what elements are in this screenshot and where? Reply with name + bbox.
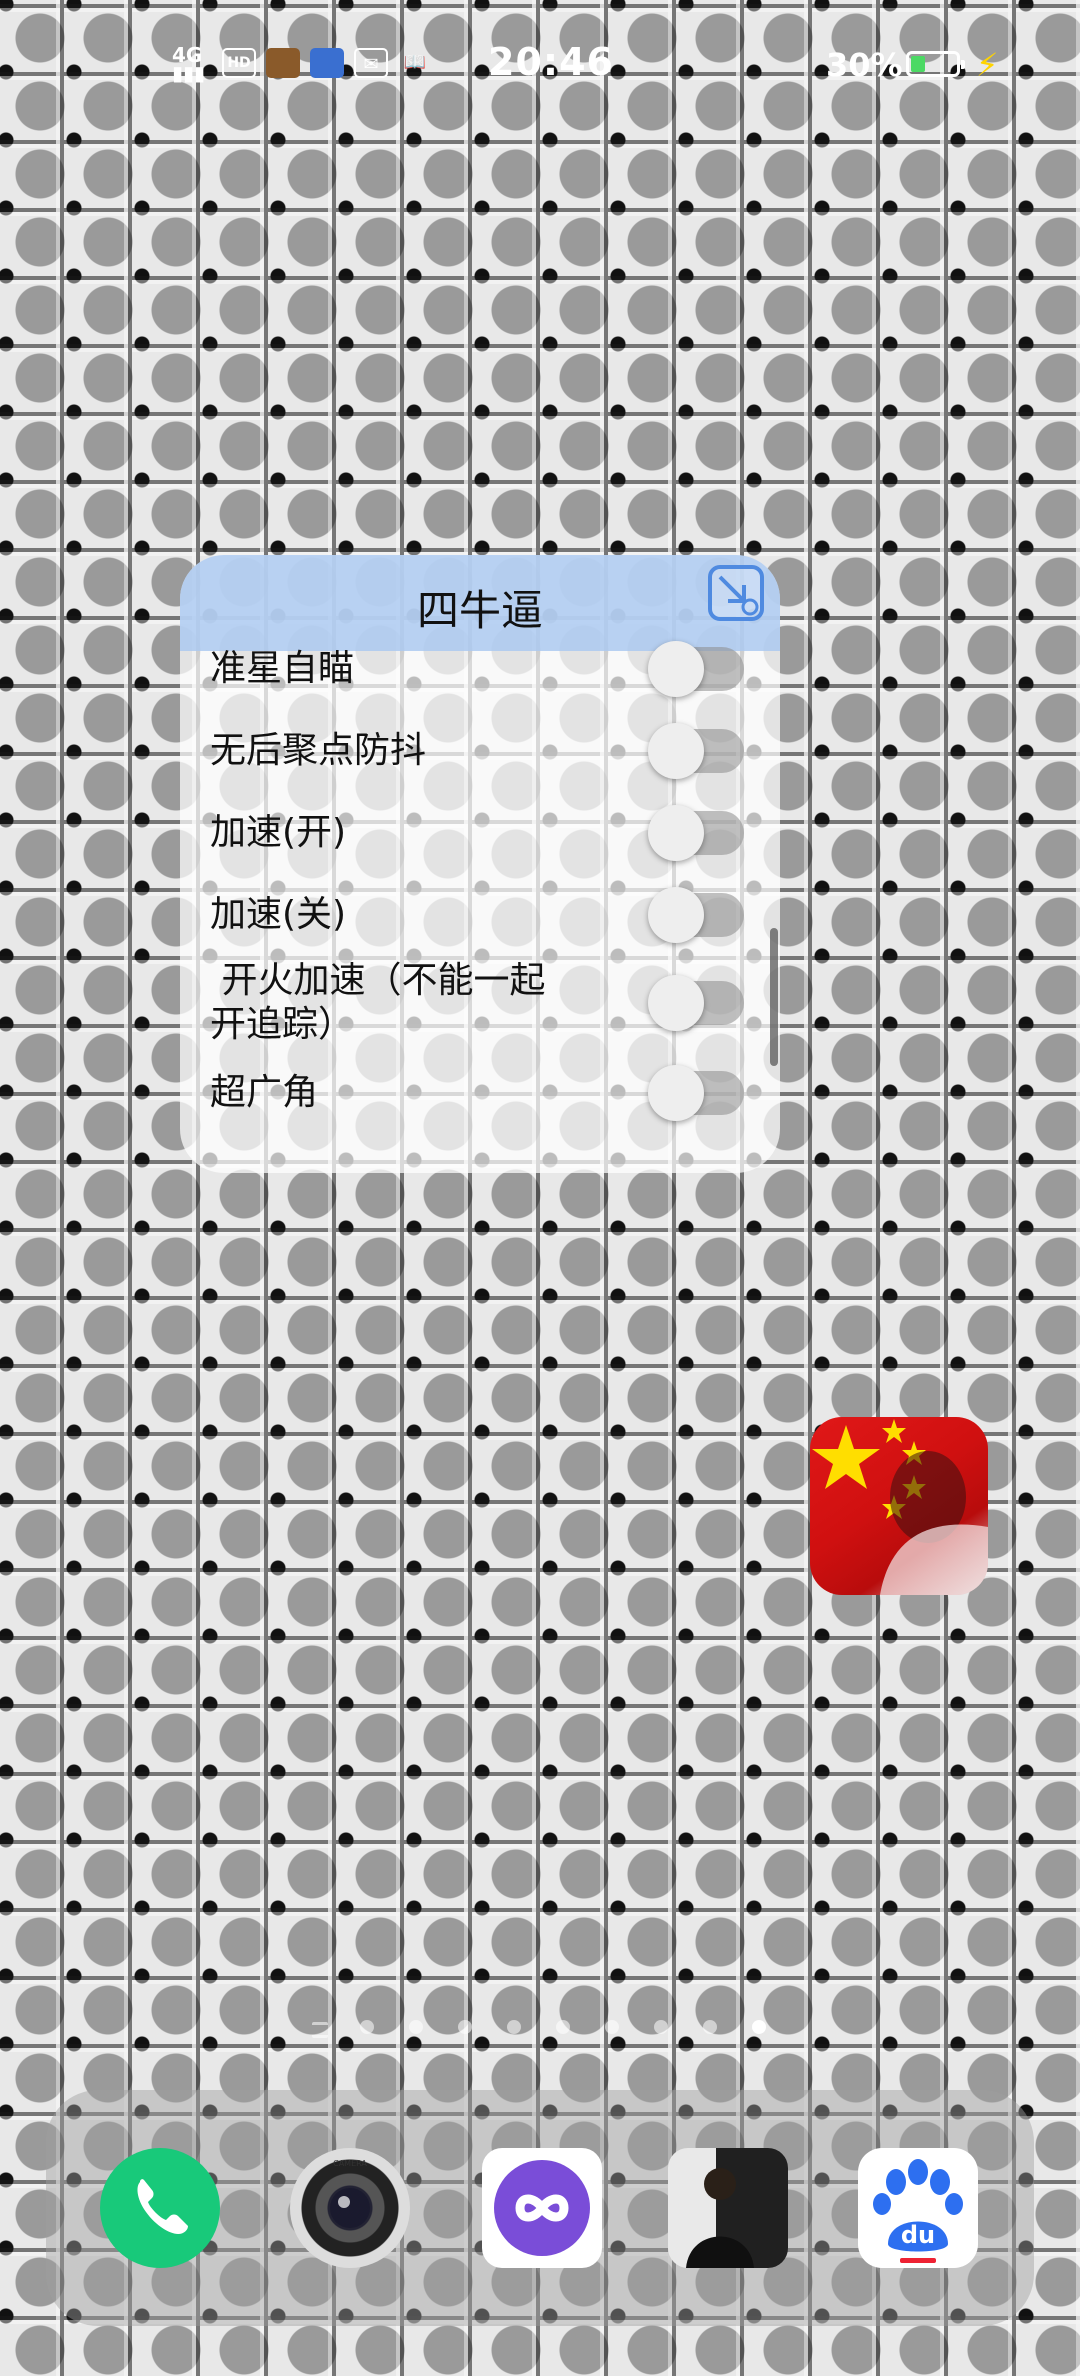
hd-icon: HD: [222, 48, 256, 78]
page-dot[interactable]: [605, 2020, 619, 2034]
camera-label: CAMERA: [333, 2159, 367, 2168]
camera-app-icon[interactable]: CAMERA: [290, 2148, 410, 2268]
page-dot[interactable]: [360, 2020, 374, 2034]
page-dot[interactable]: [507, 2020, 521, 2034]
option-label: 加速(开): [210, 812, 347, 853]
toggle-switch[interactable]: [648, 1065, 744, 1121]
message-icon: ✉: [354, 48, 388, 78]
toggle-switch[interactable]: [648, 975, 744, 1031]
battery-percent: 30%: [826, 46, 903, 84]
toggle-switch[interactable]: [648, 887, 744, 943]
status-bar: 4G ▮▮▮ HD ✉ 📖 20:46 30% ⚡: [0, 0, 1080, 130]
link-app-icon[interactable]: [482, 2148, 602, 2268]
option-label-line2: 开追踪）: [210, 1004, 355, 1045]
page-menu-icon[interactable]: [312, 2022, 328, 2038]
panel-title: 四牛逼: [416, 586, 543, 635]
portrait-icon: [686, 2168, 754, 2268]
baidu-app-icon[interactable]: du: [858, 2148, 978, 2268]
signal-bars-icon: ▮▮▮: [172, 61, 206, 85]
floating-avatar-button[interactable]: [810, 1417, 988, 1595]
toggle-knob: [648, 641, 704, 697]
toggle-knob: [648, 805, 704, 861]
baidu-paw-icon: du: [873, 2159, 963, 2263]
baidu-label: du: [901, 2221, 935, 2249]
page-dot[interactable]: [654, 2020, 668, 2034]
toggle-switch[interactable]: [648, 805, 744, 861]
page-dot[interactable]: [458, 2020, 472, 2034]
game-icon: [266, 48, 300, 78]
toggle-knob: [648, 1065, 704, 1121]
book-icon: 📖: [403, 52, 427, 73]
panel-header[interactable]: 四牛逼: [180, 555, 780, 651]
avatar-icon: [310, 48, 344, 78]
notification-icons: HD ✉ 📖: [222, 48, 432, 78]
page-dot-active[interactable]: [752, 2020, 766, 2034]
page-dot[interactable]: [409, 2020, 423, 2034]
infinity-link-icon: [515, 2194, 569, 2222]
battery-icon: [906, 51, 965, 77]
photo-app-icon[interactable]: [668, 2148, 788, 2268]
page-dot[interactable]: [703, 2020, 717, 2034]
option-label: 开火加速（不能一起 开追踪）: [210, 959, 590, 1047]
panel-scrollbar[interactable]: [770, 928, 778, 1066]
minimize-button[interactable]: [708, 565, 764, 621]
toggle-knob: [648, 723, 704, 779]
option-label-line1: 开火加速（不能一起: [210, 960, 546, 1001]
toggle-switch[interactable]: [648, 641, 744, 697]
minimize-icon: [718, 575, 759, 616]
option-label: 加速(关): [210, 894, 347, 935]
charging-icon: ⚡: [976, 46, 999, 84]
phone-icon: [137, 2179, 188, 2234]
clock: 20:46: [488, 40, 614, 84]
option-label: 超广角: [210, 1072, 319, 1113]
link-app-badge: [494, 2160, 590, 2256]
toggle-knob: [648, 887, 704, 943]
signal-icon: 4G ▮▮▮: [172, 45, 206, 85]
option-label: 无后聚点防抖: [210, 730, 427, 771]
floating-menu-panel: 四牛逼 准星自瞄 无后聚点防抖 加速(开) 加速(关) 开火加速（不能一起 开追…: [180, 555, 780, 1173]
page-dot[interactable]: [556, 2020, 570, 2034]
phone-app-icon[interactable]: [100, 2148, 220, 2268]
toggle-switch[interactable]: [648, 723, 744, 779]
option-label: 准星自瞄: [210, 648, 355, 689]
toggle-knob: [648, 975, 704, 1031]
flag-avatar-icon: [812, 1419, 988, 1595]
page-indicator: [0, 2020, 1080, 2040]
camera-icon: CAMERA: [330, 2159, 370, 2228]
